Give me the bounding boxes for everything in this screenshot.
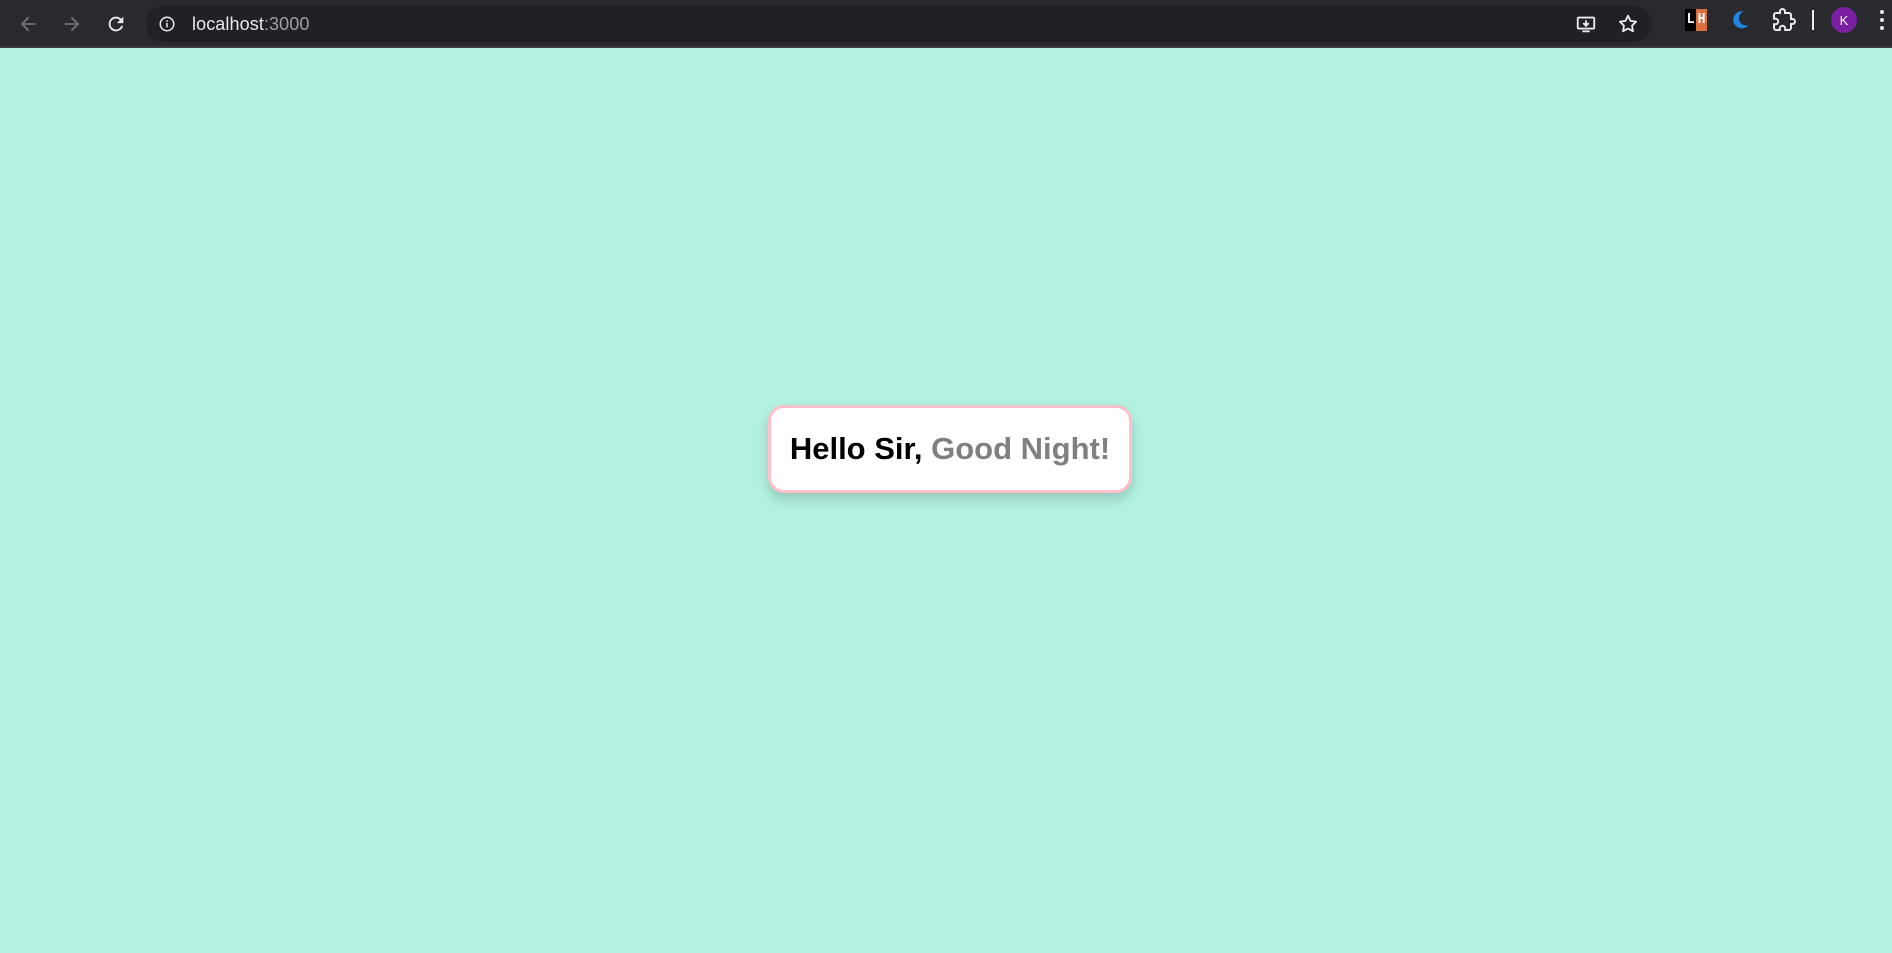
moon-icon [1733, 11, 1749, 29]
extensions-area: LH K [1674, 0, 1892, 40]
address-bar[interactable]: localhost:3000 [146, 6, 1652, 42]
lighthouse-icon: LH [1685, 9, 1707, 31]
back-button[interactable] [6, 4, 50, 44]
install-app-icon[interactable] [1574, 12, 1598, 36]
lighthouse-extension-button[interactable]: LH [1674, 0, 1718, 40]
url-text[interactable]: localhost:3000 [192, 14, 310, 35]
greeting-hello: Hello Sir, [789, 431, 932, 466]
omnibox-actions [1574, 6, 1640, 42]
profile-button[interactable]: K [1826, 0, 1862, 40]
url-host: localhost [192, 13, 264, 34]
url-port: :3000 [263, 13, 310, 34]
greeting-time-of-day: Good Night! [931, 431, 1111, 466]
star-icon[interactable] [1616, 12, 1640, 36]
puzzle-icon [1773, 8, 1796, 31]
page-viewport: Hello Sir, Good Night! [0, 48, 1892, 953]
toolbar-separator [1812, 10, 1814, 30]
extensions-button[interactable] [1762, 0, 1806, 40]
avatar: K [1831, 7, 1857, 33]
forward-button[interactable] [50, 4, 94, 44]
kebab-menu-icon[interactable] [1872, 0, 1892, 40]
reload-button[interactable] [94, 4, 138, 44]
greeting-text: Hello Sir, Good Night! [790, 431, 1110, 467]
arrow-right-icon [64, 16, 80, 32]
browser-toolbar: localhost:3000 LH K [0, 0, 1892, 48]
arrow-left-icon [20, 16, 36, 32]
greeting-card: Hello Sir, Good Night! [768, 405, 1132, 493]
reload-icon [108, 16, 124, 32]
dark-mode-extension-button[interactable] [1718, 0, 1762, 40]
info-icon[interactable] [156, 13, 178, 35]
